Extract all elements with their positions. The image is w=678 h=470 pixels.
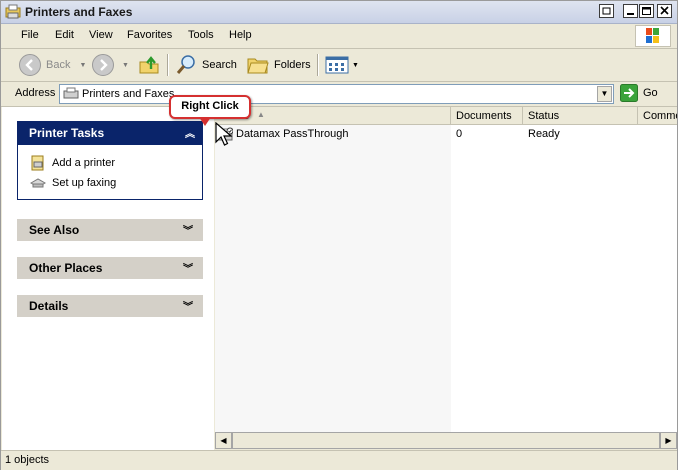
menu-favorites[interactable]: Favorites (127, 29, 172, 41)
address-bar: Address Printers and Faxes ▼ Go (1, 82, 677, 107)
scroll-left-button[interactable]: ◀ (215, 432, 232, 449)
table-row[interactable]: Datamax PassThrough 0 Ready (215, 127, 677, 143)
windows-logo (635, 25, 671, 47)
go-arrow-icon (620, 84, 638, 102)
go-button[interactable]: Go (620, 84, 658, 102)
back-arrow-icon (19, 54, 41, 76)
status-text: 1 objects (5, 454, 50, 466)
search-button[interactable]: Search (174, 53, 237, 77)
printer-status: Ready (528, 128, 560, 140)
printer-folder-icon (63, 87, 79, 99)
menu-tools[interactable]: Tools (188, 29, 214, 41)
forward-button[interactable]: ▼ (91, 53, 129, 77)
window-title: Printers and Faxes (25, 5, 133, 19)
printer-tasks-body: Add a printer Set up faxing (17, 145, 203, 200)
printer-tasks-title: Printer Tasks (29, 126, 105, 140)
up-folder-button[interactable] (138, 53, 160, 77)
column-header-documents[interactable]: Documents (451, 107, 523, 125)
scroll-right-button[interactable]: ▶ (660, 432, 677, 449)
folders-button[interactable]: Folders (246, 53, 311, 77)
expand-chevron-icon[interactable]: ︾ (183, 260, 193, 275)
column-comments-label: Comments (643, 110, 677, 122)
back-label: Back (46, 59, 71, 71)
standard-toolbar: Back ▼ ▼ Search Folders ▼ (1, 49, 677, 82)
column-status-label: Status (528, 110, 560, 122)
chevron-down-icon: ▼ (600, 89, 609, 98)
add-printer-icon (31, 155, 44, 171)
details-title: Details (29, 299, 69, 313)
close-icon (660, 6, 669, 15)
folders-icon (247, 58, 269, 74)
file-list: Name ▲ Documents Status Comments Datamax… (215, 107, 677, 432)
title-bar[interactable]: Printers and Faxes (1, 1, 677, 24)
forward-dropdown-icon[interactable]: ▼ (122, 62, 129, 69)
toolbar-separator (317, 54, 319, 76)
printer-folder-icon (5, 4, 21, 19)
column-header-status[interactable]: Status (523, 107, 638, 125)
back-dropdown-icon[interactable]: ▼ (79, 62, 86, 69)
views-button[interactable]: ▼ (325, 53, 359, 77)
maximize-icon (642, 7, 651, 15)
views-icon (325, 56, 349, 74)
expand-chevron-icon[interactable]: ︾ (183, 222, 193, 237)
search-icon (176, 55, 195, 74)
forward-arrow-icon (92, 54, 114, 76)
sorted-column-background (215, 125, 451, 432)
close-button[interactable] (657, 4, 672, 18)
folders-label: Folders (274, 59, 311, 71)
see-also-title: See Also (29, 223, 80, 237)
windows-flag-icon (646, 28, 659, 43)
other-places-title: Other Places (29, 261, 103, 275)
address-value: Printers and Faxes (82, 88, 175, 100)
menu-help[interactable]: Help (229, 29, 252, 41)
horizontal-scrollbar[interactable]: ◀ ▶ (215, 432, 677, 449)
setup-faxing-label: Set up faxing (52, 177, 117, 189)
column-documents-label: Documents (456, 110, 512, 122)
address-input[interactable]: Printers and Faxes ▼ (59, 84, 614, 104)
expand-chevron-icon[interactable]: ︾ (183, 298, 193, 313)
up-folder-icon (139, 56, 159, 74)
other-places-header[interactable]: Other Places ︾ (17, 257, 203, 279)
scroll-right-arrow-icon: ▶ (665, 436, 672, 445)
back-button[interactable]: Back ▼ (18, 53, 86, 77)
views-dropdown-icon[interactable]: ▼ (352, 62, 359, 69)
callout-pointer (199, 117, 211, 126)
scroll-thumb[interactable] (232, 432, 660, 449)
status-bar: 1 objects (1, 450, 677, 470)
printer-tasks-header[interactable]: Printer Tasks ︽ (17, 121, 203, 145)
address-dropdown-button[interactable]: ▼ (597, 86, 612, 102)
menu-edit[interactable]: Edit (55, 29, 74, 41)
toolbar-separator (167, 54, 169, 76)
menu-file[interactable]: File (21, 29, 39, 41)
window-icon (602, 7, 611, 15)
menu-view[interactable]: View (89, 29, 113, 41)
go-label: Go (643, 87, 658, 99)
fax-icon (30, 178, 46, 188)
right-click-callout: Right Click (169, 95, 251, 119)
column-header-comments[interactable]: Comments (638, 107, 677, 125)
search-label: Search (202, 59, 237, 71)
task-pane: Printer Tasks ︽ Add a printer Set up fax… (2, 107, 214, 450)
add-printer-label: Add a printer (52, 157, 115, 169)
add-printer-link[interactable]: Add a printer (18, 153, 202, 173)
details-header[interactable]: Details ︾ (17, 295, 203, 317)
see-also-header[interactable]: See Also ︾ (17, 219, 203, 241)
minimize-button[interactable] (623, 4, 638, 18)
mouse-cursor-icon (215, 122, 233, 146)
sort-ascending-icon: ▲ (257, 110, 265, 119)
printer-tasks-panel: Printer Tasks ︽ Add a printer Set up fax… (17, 121, 203, 200)
explorer-window: Printers and Faxes File Edit View Favori… (0, 0, 678, 470)
setup-faxing-link[interactable]: Set up faxing (18, 173, 202, 193)
printer-documents: 0 (456, 128, 463, 140)
address-label: Address (15, 87, 56, 99)
maximize-button[interactable] (639, 4, 654, 18)
minimize-icon (627, 13, 634, 15)
menu-bar: File Edit View Favorites Tools Help (1, 24, 677, 49)
collapse-chevron-icon[interactable]: ︽ (185, 125, 195, 140)
restore-system-button[interactable] (599, 4, 614, 18)
scroll-left-arrow-icon: ◀ (220, 436, 227, 445)
printer-name: Datamax PassThrough (236, 128, 349, 140)
